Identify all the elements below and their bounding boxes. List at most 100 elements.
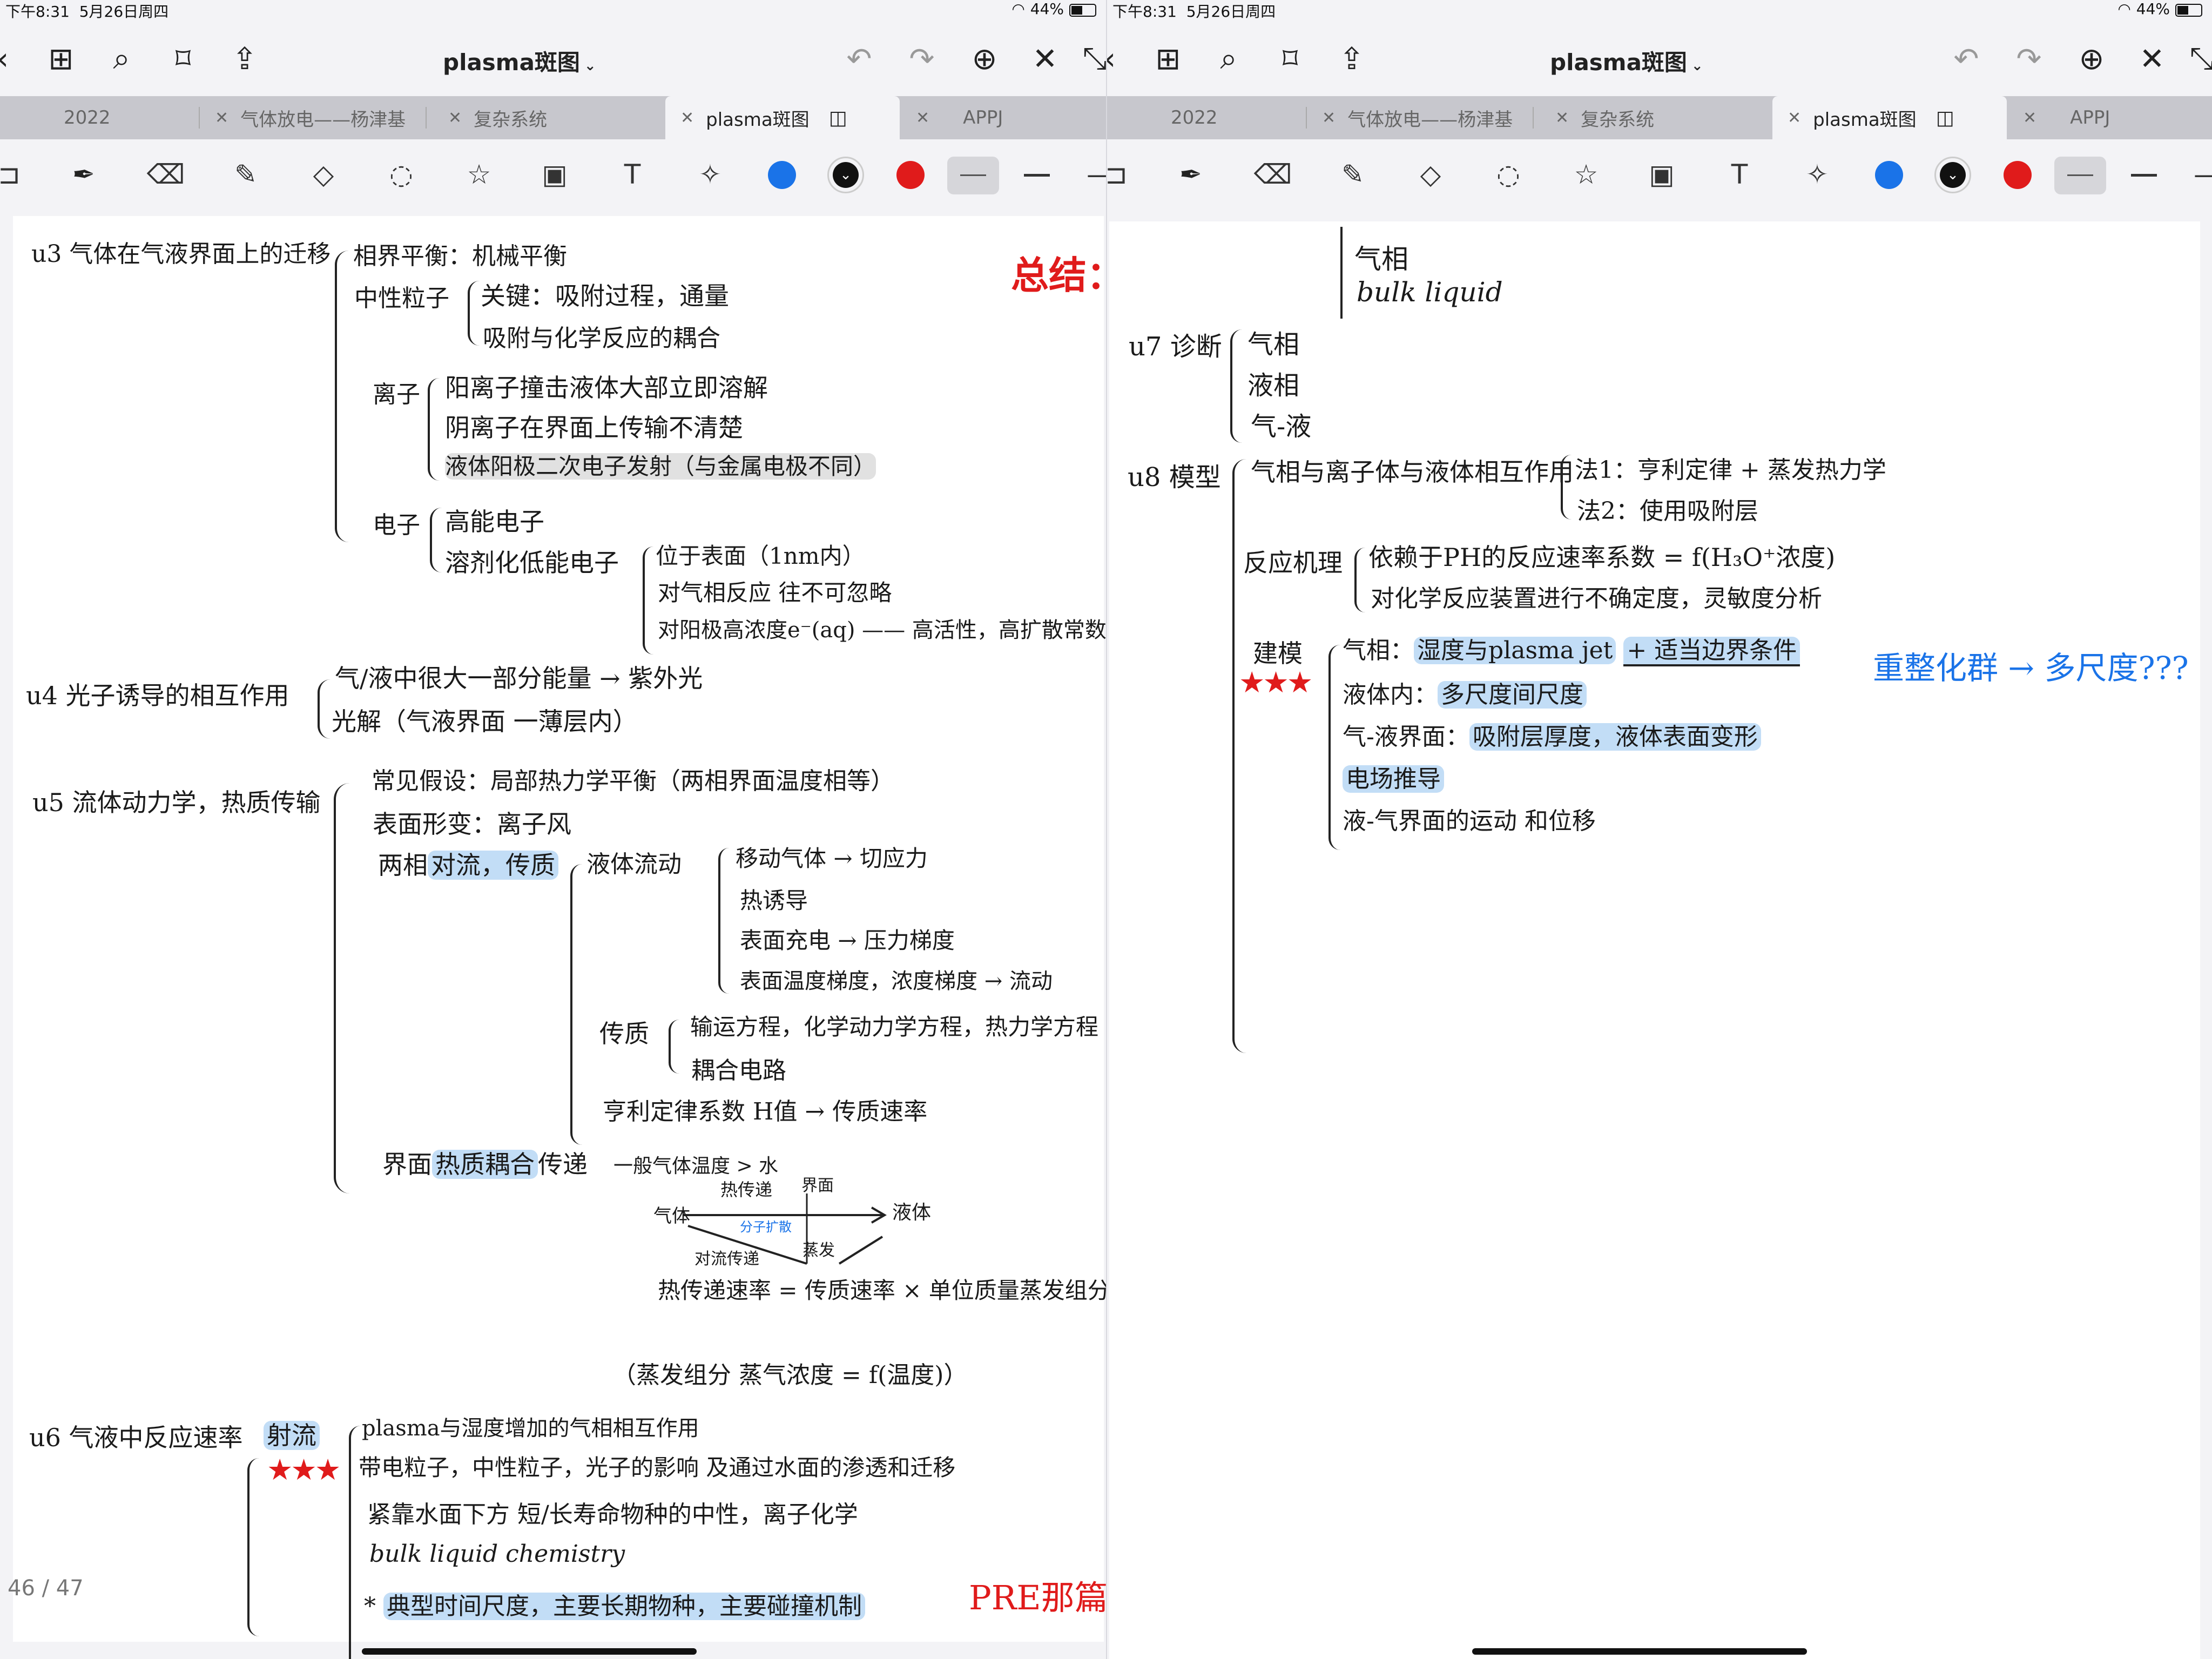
redo-icon[interactable]: ↷ [2010,40,2048,78]
laser-pointer-icon[interactable]: ✧ [1797,154,1837,194]
u3-balance: 相界平衡：机械平衡 [353,242,567,270]
battery-icon [1069,3,1096,17]
image-icon[interactable]: ▣ [535,154,575,194]
u3-ion-2: 阴离子在界面上传输不清楚 [445,413,743,442]
tab-2022[interactable]: 2022 [1107,96,1307,139]
bookmark-icon[interactable]: ⌑ [1271,40,1309,78]
u7-3: 气-液 [1251,412,1312,442]
shapes-icon[interactable]: ◇ [1411,154,1451,194]
tab-plasma[interactable]: ✕ plasma斑图 ◫ [665,96,900,139]
u5-flow-4: 表面温度梯度，浓度梯度 → 流动 [740,969,1053,994]
document-title[interactable]: plasma斑图 ⌄ [443,44,596,77]
back-chevron-icon[interactable]: ‹ [0,40,22,78]
sticker-icon[interactable]: ☆ [1566,154,1606,194]
eraser-icon[interactable]: ⌫ [1253,154,1293,194]
line-width-thick[interactable]: — [2187,154,2212,194]
add-page-icon[interactable]: ⊕ [966,40,1003,78]
bookmark-icon[interactable]: ⌑ [164,40,202,78]
collapse-icon[interactable]: ⤡ [2183,40,2212,78]
text-tool-icon[interactable]: T [1719,154,1759,194]
u5-flow-brace [570,864,582,1145]
highlighter-icon[interactable]: ✎ [1333,154,1373,194]
u8-c: 建模 [1253,639,1303,668]
u6-2: 带电粒子，中性粒子，光子的影响 及通过水面的渗透和迁移 [359,1454,956,1481]
split-view-icon[interactable]: ◫ [1936,107,1954,129]
star-rating: ★★★ [1239,665,1313,699]
search-icon[interactable]: ⌕ [1210,40,1247,78]
home-indicator [1472,1648,1807,1655]
tab-close-icon[interactable]: ✕ [215,109,228,127]
u5-mass-brace [669,1020,679,1074]
tab-close-icon[interactable]: ✕ [916,109,929,127]
note-page[interactable]: 气相 bulk liquid u7 诊断 气相 液相 气-液 u8 模型 气相与… [1109,221,2200,1659]
status-bar: 下午8:31 5月26日周四 ◠ 44% [1107,0,2212,21]
line-width-thick[interactable]: — [1080,154,1106,194]
highlighter-icon[interactable]: ✎ [226,154,266,194]
tab-gas-discharge[interactable]: ✕ 气体放电——杨津基 [200,96,427,139]
share-icon[interactable]: ⇪ [1333,40,1371,78]
tab-close-icon[interactable]: ✕ [1555,109,1569,127]
undo-icon[interactable]: ↶ [1947,40,1985,78]
color-red[interactable] [2004,161,2032,189]
tab-close-icon[interactable]: ✕ [680,109,694,127]
pen-tool-icon[interactable]: ✒ [1171,154,1211,194]
u5-brace [334,783,350,1193]
redo-icon[interactable]: ↷ [903,40,941,78]
u3-neutral: 中性粒子 [354,285,449,312]
lasso-icon[interactable]: ◌ [381,154,421,194]
line-width-medium[interactable] [1011,157,1063,194]
tab-complex-systems[interactable]: ✕ 复杂系统 [1534,96,1771,139]
split-view-icon[interactable]: ◫ [829,107,847,129]
tab-close-icon[interactable]: ✕ [2023,109,2036,127]
tab-close-icon[interactable]: ✕ [1322,109,1336,127]
tool-lasso-select-icon[interactable]: ⊐ [1107,154,1136,194]
tab-appj[interactable]: ✕ APPJ [2007,96,2212,139]
u3-electron-3: 位于表面（1nm内） [656,543,865,569]
sticker-icon[interactable]: ☆ [459,154,499,194]
text-tool-icon[interactable]: T [612,154,652,194]
document-title[interactable]: plasma斑图 ⌄ [1550,44,1703,77]
note-page[interactable]: u3 气体在气液界面上的迁移 相界平衡：机械平衡 中性粒子 关键：吸附过程，通量… [13,216,1106,1659]
u7-1: 气相 [1247,329,1300,360]
laser-pointer-icon[interactable]: ✧ [690,154,730,194]
u3-ion-brace [428,378,440,481]
u3-ion-3-highlight: 液体阳极二次电子发射（与金属电极不同） [445,453,876,480]
color-red[interactable] [896,161,925,189]
pen-tool-icon[interactable]: ✒ [64,154,104,194]
u6-tag-highlight: 射流 [264,1421,320,1450]
grid-icon[interactable]: ⊞ [42,40,80,78]
image-icon[interactable]: ▣ [1642,154,1682,194]
tab-gas-discharge[interactable]: ✕ 气体放电——杨津基 [1307,96,1534,139]
battery-icon [2175,3,2202,17]
search-icon[interactable]: ⌕ [103,40,140,78]
line-width-thin-selected[interactable] [2054,157,2106,194]
tab-appj[interactable]: ✕ APPJ [900,96,1106,139]
close-icon[interactable]: ✕ [2133,40,2171,78]
tab-2022[interactable]: 2022 [0,96,200,139]
line-width-medium[interactable] [2118,157,2170,194]
eraser-icon[interactable]: ⌫ [146,154,186,194]
color-black-selected[interactable]: ⌄ [827,157,864,193]
tab-plasma[interactable]: ✕ plasma斑图 ◫ [1772,96,2007,139]
u6-4: bulk liquid chemistry [369,1540,625,1568]
tab-complex-systems[interactable]: ✕ 复杂系统 [427,96,664,139]
back-chevron-icon[interactable]: ‹ [1107,40,1129,78]
add-page-icon[interactable]: ⊕ [2073,40,2110,78]
tool-lasso-select-icon[interactable]: ⊐ [0,154,29,194]
line-width-thin-selected[interactable] [947,157,999,194]
undo-icon[interactable]: ↶ [840,40,878,78]
share-icon[interactable]: ⇪ [226,40,264,78]
collapse-icon[interactable]: ⤡ [1076,40,1106,78]
close-icon[interactable]: ✕ [1026,40,1064,78]
chevron-down-icon: ⌄ [833,162,859,188]
grid-icon[interactable]: ⊞ [1149,40,1187,78]
u8-c5: 液-气界面的运动 和位移 [1343,807,1596,835]
color-black-selected[interactable]: ⌄ [1934,157,1971,193]
u8-c3-highlight: 吸附层厚度，液体表面变形 [1469,723,1761,751]
tab-close-icon[interactable]: ✕ [448,109,462,127]
shapes-icon[interactable]: ◇ [304,154,343,194]
color-blue[interactable] [768,161,796,189]
tab-close-icon[interactable]: ✕ [1788,109,1801,127]
lasso-icon[interactable]: ◌ [1488,154,1528,194]
color-blue[interactable] [1875,161,1903,189]
